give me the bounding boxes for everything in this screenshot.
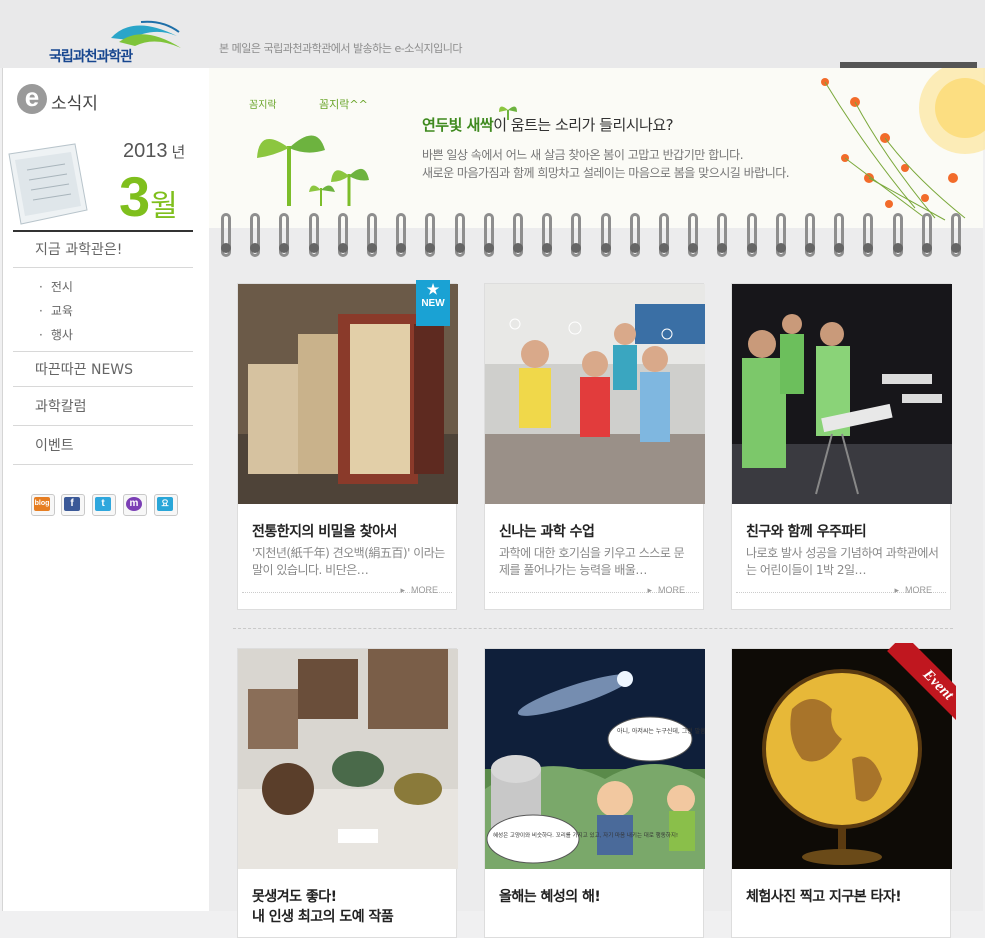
spring-banner: 꼼지락 꼼지락^^ 연두빛 새싹이 움트는 소리가 들리시나요? 바쁜 일상 속… xyxy=(209,68,985,228)
spiral-hole xyxy=(659,243,669,253)
menu-item-events[interactable]: 이벤트 xyxy=(13,427,193,465)
speech-bubble-bottom: 혜성은 고양이와 비슷하다. 꼬리를 가지고 있고, 자기 마음 내키는 대로 … xyxy=(493,831,678,839)
card-image-space-party xyxy=(732,284,952,504)
notebook-spiral xyxy=(209,213,983,263)
yozm-icon: 요 xyxy=(157,497,173,511)
event-badge-label: Event xyxy=(887,643,956,731)
spiral-hole xyxy=(746,243,757,253)
card-title[interactable]: 체험사진 찍고 지구본 타자! xyxy=(746,886,902,906)
menu-item-column[interactable]: 과학칼럼 xyxy=(13,388,193,426)
banner-desc-line2: 새로운 마음가짐과 함께 희망차고 설레이는 마음으로 봄을 맞으시길 바랍니다… xyxy=(422,166,790,180)
spiral-hole xyxy=(951,243,961,253)
spiral-hole xyxy=(454,243,465,253)
card-title[interactable]: 신나는 과학 수업 xyxy=(499,521,595,541)
blog-icon: blog xyxy=(34,497,50,511)
more-link[interactable]: MORE xyxy=(400,585,438,596)
spiral-hole xyxy=(805,243,815,253)
twitter-share-button[interactable]: t xyxy=(92,494,116,516)
submenu-item-education[interactable]: 교육 xyxy=(39,302,73,319)
main-content: 꼼지락 꼼지락^^ 연두빛 새싹이 움트는 소리가 들리시나요? 바쁜 일상 속… xyxy=(209,68,985,938)
new-badge-label: NEW xyxy=(421,298,445,309)
card-subtitle[interactable]: 내 인생 최고의 도예 작품 xyxy=(252,906,394,926)
month-value: 3 xyxy=(119,165,150,228)
article-card-globe[interactable]: Event 체험사진 찍고 지구본 타자! xyxy=(731,643,956,938)
twitter-icon: t xyxy=(95,497,111,511)
month-suffix: 월 xyxy=(150,190,178,223)
banner-desc-line1: 바쁜 일상 속에서 어느 새 살금 찾아온 봄이 고맙고 반갑기만 합니다. xyxy=(422,148,744,162)
facebook-icon: f xyxy=(64,497,80,511)
card-image-class xyxy=(485,284,705,504)
article-card-class[interactable]: 신나는 과학 수업 과학에 대한 호기심을 키우고 스스로 문제를 풀어나가는 … xyxy=(484,283,705,610)
new-badge: ★ NEW xyxy=(416,280,450,326)
e-logo-icon: e xyxy=(17,84,47,114)
me2day-icon: m xyxy=(126,497,142,511)
comet-cartoon-image: 아니, 아저씨는 누구신데, 그런 말씀을? 혜성은 고양이와 비슷하다. 꼬리… xyxy=(485,649,705,869)
star-icon: ★ xyxy=(426,281,440,297)
sidebar: e 소식지 2013년 3월 지금 과학관은! 전시 교육 행사 따끈따끈 NE… xyxy=(2,68,210,911)
event-badge: Event xyxy=(868,643,956,731)
me2day-share-button[interactable]: m xyxy=(123,494,147,516)
blog-share-button[interactable]: blog xyxy=(31,494,55,516)
doodle-right: 꼼지락^^ xyxy=(319,98,368,111)
submenu-item-event[interactable]: 행사 xyxy=(39,326,73,343)
yozm-share-button[interactable]: 요 xyxy=(154,494,178,516)
spiral-hole xyxy=(337,243,348,253)
more-link[interactable]: MORE xyxy=(647,585,685,596)
banner-title: 연두빛 새싹이 움트는 소리가 들리시나요? xyxy=(422,114,674,135)
notebook-icon xyxy=(8,143,88,225)
spiral-hole xyxy=(921,243,932,253)
mail-notice: 본 메일은 국립과천과학관에서 발송하는 e-소식지입니다 xyxy=(219,42,462,55)
year-value: 2013 xyxy=(123,140,168,162)
banner-title-highlight: 연두빛 새싹 xyxy=(422,116,494,134)
spiral-hole xyxy=(892,243,903,253)
flowers-illustration-icon xyxy=(821,68,985,221)
museum-logo[interactable]: 국립과천과학관 xyxy=(45,18,185,66)
menu-item-news[interactable]: 따끈따끈 NEWS xyxy=(13,351,193,387)
issue-month: 3월 xyxy=(119,164,178,229)
top-bar: 국립과천과학관 본 메일은 국립과천과학관에서 발송하는 e-소식지입니다 xyxy=(0,0,985,69)
spiral-hole xyxy=(600,243,611,253)
spiral-hole xyxy=(513,243,523,253)
spiral-hole xyxy=(367,243,377,253)
year-suffix: 년 xyxy=(171,144,186,161)
card-title[interactable]: 못생겨도 좋다! xyxy=(252,886,337,906)
telescope-kids-image xyxy=(732,284,952,504)
spiral-hole xyxy=(483,243,494,253)
card-title[interactable]: 올해는 혜성의 해! xyxy=(499,886,601,906)
card-desc: '지천년(紙千年) 견오백(絹五百)' 이라는 말이 있습니다. 비단은… xyxy=(252,546,445,577)
card-desc: 나로호 발사 성공을 기념하여 과학관에서는 어린이들이 1박 2일… xyxy=(746,546,939,577)
article-card-space-party[interactable]: 친구와 함께 우주파티 나로호 발사 성공을 기념하여 과학관에서는 어린이들이… xyxy=(731,283,952,610)
spiral-hole xyxy=(308,243,319,253)
menu-item-now[interactable]: 지금 과학관은! xyxy=(13,232,193,268)
kids-classroom-image xyxy=(485,284,705,504)
card-title[interactable]: 친구와 함께 우주파티 xyxy=(746,521,867,541)
divider xyxy=(233,628,953,629)
spiral-hole xyxy=(629,243,640,253)
more-link[interactable]: MORE xyxy=(894,585,932,596)
card-image-pottery xyxy=(238,649,458,869)
submenu-item-exhibition[interactable]: 전시 xyxy=(39,278,73,295)
facebook-share-button[interactable]: f xyxy=(61,494,85,516)
speech-bubble-top: 아니, 아저씨는 누구신데, 그런 말씀을? xyxy=(617,727,705,735)
card-title[interactable]: 전통한지의 비밀을 찾아서 xyxy=(252,521,397,541)
newsletter-label: 소식지 xyxy=(51,94,98,114)
spiral-hole xyxy=(221,243,231,253)
banner-title-rest: 이 움트는 소리가 들리시나요? xyxy=(493,116,674,134)
article-card-pottery[interactable]: 못생겨도 좋다! 내 인생 최고의 도예 작품 xyxy=(237,648,458,938)
article-card-hanji[interactable]: ★ NEW 전통한지의 비밀을 찾아서 '지천년(紙千年) 견오백(絹五百)' … xyxy=(237,280,458,610)
article-card-comet[interactable]: 아니, 아저씨는 누구신데, 그런 말씀을? 혜성은 고양이와 비슷하다. 꼬리… xyxy=(484,648,705,938)
logo-text: 국립과천과학관 xyxy=(49,49,133,65)
spiral-hole xyxy=(775,243,786,253)
card-desc: 과학에 대한 호기심을 키우고 스스로 문제를 풀어나가는 능력을 배울… xyxy=(499,546,685,577)
issue-year: 2013 년 xyxy=(123,140,185,163)
pottery-image xyxy=(238,649,458,869)
card-image-comet: 아니, 아저씨는 누구신데, 그런 말씀을? 혜성은 고양이와 비슷하다. 꼬리… xyxy=(485,649,705,869)
doodle-left: 꼼지락 xyxy=(249,99,277,111)
